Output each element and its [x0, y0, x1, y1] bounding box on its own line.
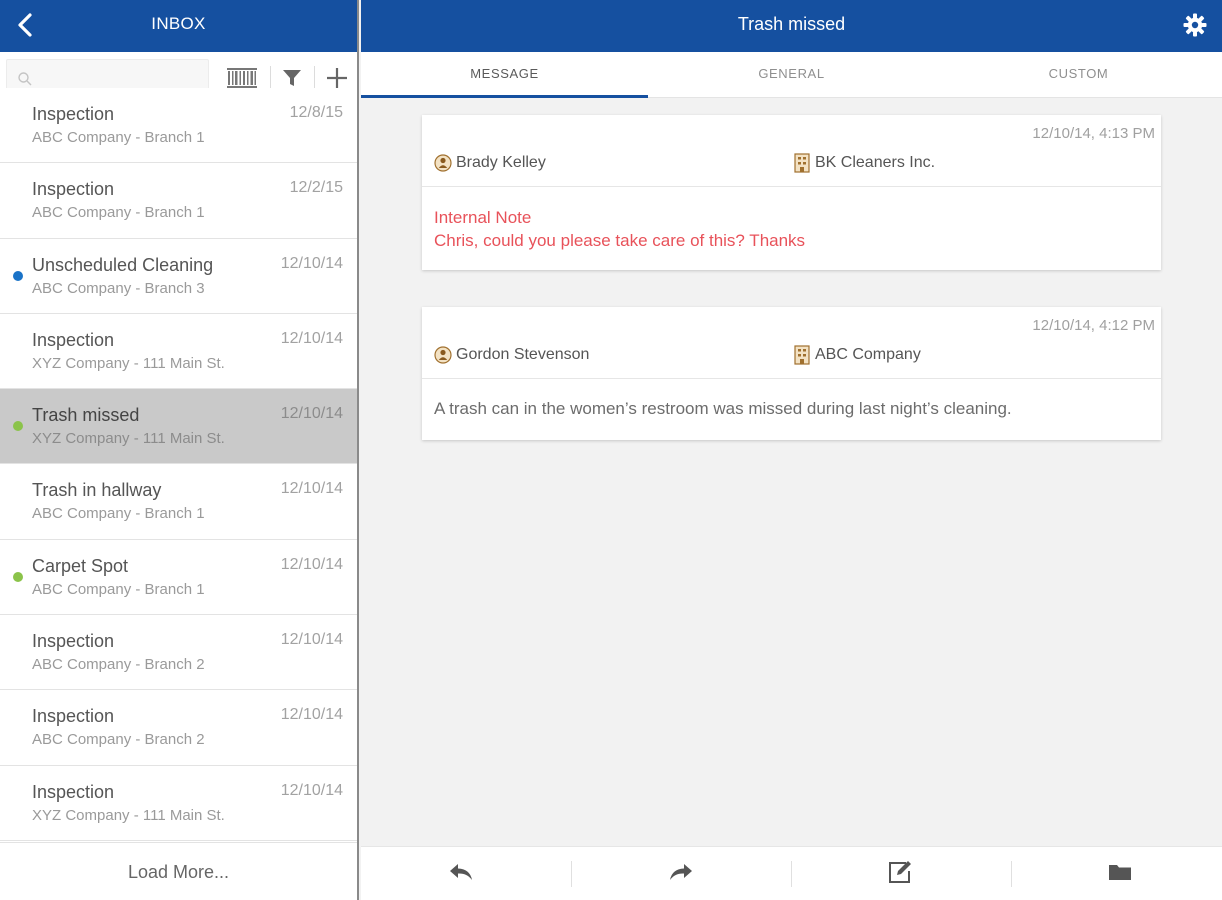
action-divider [1011, 861, 1012, 887]
unread-status-dot [13, 571, 23, 582]
unread-status-dot [13, 421, 23, 432]
gear-icon[interactable] [1182, 12, 1208, 38]
item-location: ABC Company - Branch 1 [32, 505, 205, 523]
item-date: 12/10/14 [280, 555, 343, 573]
card-divider [422, 186, 1161, 187]
inbox-list: Inspection ABC Company - Branch 1 12/8/15 I… [0, 88, 357, 841]
item-date: 12/2/15 [289, 179, 343, 197]
search-icon [17, 71, 33, 87]
item-location: ABC Company - Branch 3 [32, 279, 205, 297]
compose-button[interactable] [886, 860, 914, 888]
message-text: A trash can in the women’s restroom was … [434, 399, 1012, 418]
item-title: Inspection [32, 781, 115, 802]
list-item[interactable]: Inspection ABC Company - Branch 2 12/10/14 [0, 690, 357, 766]
detail-header: Trash missed [361, 0, 1222, 52]
message-company: ABC Company [793, 345, 921, 365]
load-more-button[interactable]: Load More... [0, 842, 357, 900]
item-location: XYZ Company - 111 Main St. [32, 354, 225, 372]
message-detail-pane: Trash missed MESSAGE GENERAL CUSTOM 12/1… [361, 0, 1222, 900]
item-date: 12/8/15 [289, 104, 343, 121]
list-item[interactable]: Inspection XYZ Company - 111 Main St. 12/1… [0, 313, 357, 390]
tab-message[interactable]: MESSAGE [361, 52, 648, 98]
message-sender: Brady Kelley [434, 153, 546, 173]
item-date: 12/10/14 [280, 781, 343, 799]
message-card: 12/10/14, 4:13 PM Brady Kelley BK Cleane… [422, 115, 1161, 270]
inbox-pane: INBOX Inspection ABC Company - Branch 1 … [0, 0, 359, 900]
list-item[interactable]: Inspection ABC Company - Branch 1 12/2/15 [0, 163, 357, 239]
item-title: Inspection [32, 631, 115, 652]
list-item[interactable]: Trash missed XYZ Company - 111 Main St. 12… [0, 389, 357, 465]
item-location: XYZ Company - 111 Main St. [32, 430, 225, 448]
tab-general[interactable]: GENERAL [648, 52, 935, 98]
internal-note-text: Chris, could you please take care of thi… [434, 231, 806, 250]
item-title: Inspection [32, 706, 115, 727]
building-icon [793, 345, 811, 365]
unread-status-dot [13, 270, 23, 281]
item-title: Trash missed [32, 405, 140, 426]
message-timestamp: 12/10/14, 4:13 PM [1032, 125, 1155, 142]
item-title: Trash in hallway [32, 480, 162, 501]
person-icon [434, 153, 452, 173]
item-date: 12/10/14 [280, 480, 343, 498]
reply-button[interactable] [447, 860, 475, 888]
inbox-header: INBOX [0, 0, 357, 52]
list-item[interactable]: Carpet Spot ABC Company - Branch 1 12/10/1… [0, 539, 357, 616]
item-date: 12/10/14 [280, 706, 343, 724]
list-item[interactable]: Unscheduled Cleaning ABC Company - Branch… [0, 238, 357, 314]
item-location: ABC Company - Branch 1 [32, 580, 205, 598]
card-divider [422, 378, 1161, 379]
tab-custom[interactable]: CUSTOM [935, 52, 1222, 98]
message-body: Internal Note Chris, could you please ta… [434, 206, 805, 252]
message-timestamp: 12/10/14, 4:12 PM [1032, 317, 1155, 334]
detail-title: Trash missed [737, 14, 846, 34]
message-body: A trash can in the women’s restroom was … [434, 397, 1012, 420]
move-to-folder-button[interactable] [1106, 860, 1134, 888]
forward-button[interactable] [667, 860, 695, 888]
sender-name: Gordon Stevenson [456, 346, 590, 363]
detail-tabs: MESSAGE GENERAL CUSTOM [361, 52, 1222, 98]
person-icon [434, 345, 452, 365]
message-company: BK Cleaners Inc. [793, 153, 935, 173]
building-icon [793, 153, 811, 173]
action-bar [361, 846, 1222, 900]
message-card: 12/10/14, 4:12 PM Gordon Stevenson ABC C… [422, 307, 1161, 440]
item-location: ABC Company - Branch 2 [32, 731, 205, 749]
list-item[interactable]: Inspection ABC Company - Branch 1 12/8/15 [0, 88, 357, 164]
item-title: Unscheduled Cleaning [32, 254, 214, 275]
inbox-title: INBOX [151, 14, 206, 33]
item-title: Inspection [32, 104, 115, 124]
company-name: BK Cleaners Inc. [815, 154, 936, 171]
item-location: XYZ Company - 111 Main St. [32, 806, 225, 824]
item-title: Carpet Spot [32, 555, 129, 576]
forward-icon [668, 861, 694, 888]
list-item[interactable]: Inspection ABC Company - Branch 2 12/10/14 [0, 615, 357, 691]
action-divider [791, 861, 792, 887]
item-date: 12/10/14 [280, 329, 343, 347]
item-location: ABC Company - Branch 1 [32, 129, 205, 146]
action-divider [571, 861, 572, 887]
company-name: ABC Company [815, 346, 921, 363]
edit-icon [887, 859, 913, 890]
item-date: 12/10/14 [280, 405, 343, 423]
sender-name: Brady Kelley [456, 154, 546, 171]
internal-note-title: Internal Note [434, 208, 532, 227]
item-date: 12/10/14 [280, 254, 343, 272]
item-title: Inspection [32, 179, 115, 200]
folder-icon [1107, 861, 1133, 888]
list-item[interactable]: Trash in hallway ABC Company - Branch 1 12… [0, 464, 357, 540]
message-sender: Gordon Stevenson [434, 345, 589, 365]
item-location: ABC Company - Branch 2 [32, 656, 205, 674]
list-item[interactable]: Inspection XYZ Company - 111 Main St. 12/1… [0, 765, 357, 841]
item-title: Inspection [32, 329, 115, 350]
reply-icon [448, 861, 474, 888]
item-date: 12/10/14 [280, 631, 343, 649]
item-location: ABC Company - Branch 1 [32, 204, 205, 222]
